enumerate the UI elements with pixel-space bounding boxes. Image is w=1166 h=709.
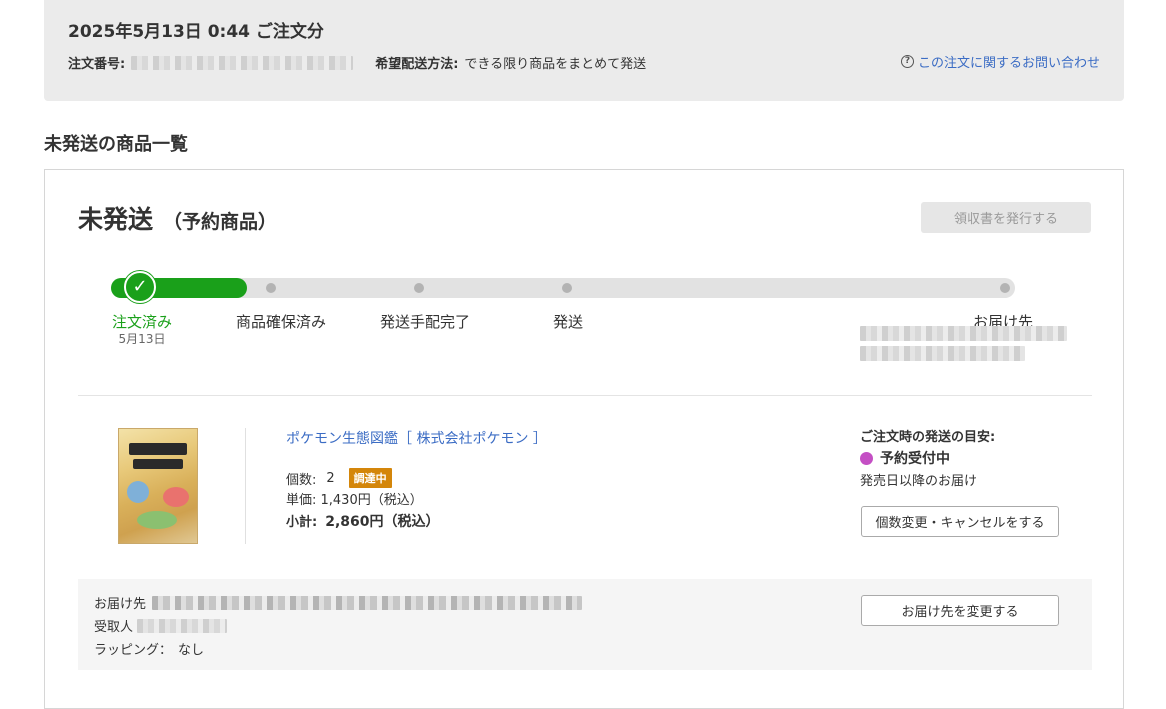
quantity-row: 個数: 2 調達中: [286, 468, 392, 488]
product-image[interactable]: [118, 428, 198, 544]
delivery-address-label: お届け先: [94, 597, 147, 612]
book-art-shape: [137, 511, 177, 529]
shipment-status-sub: （予約商品）: [163, 211, 278, 233]
step-dot-arranged: [414, 283, 424, 293]
step-label-secured: 商品確保済み: [235, 313, 327, 331]
order-inquiry-link[interactable]: ? この注文に関するお問い合わせ: [900, 52, 1100, 71]
order-header: 2025年5月13日 0:44 ご注文分 注文番号: 希望配送方法: できる限り…: [44, 0, 1124, 101]
order-number-redacted: [131, 55, 354, 70]
product-name-link[interactable]: ポケモン生態図鑑［ 株式会社ポケモン ］: [286, 428, 547, 448]
order-number-label: 注文番号:: [68, 57, 126, 72]
step-dot-shipped: [562, 283, 572, 293]
step-dot-delivery: [1000, 283, 1010, 293]
step-label-arranged: 発送手配完了: [379, 313, 471, 331]
wrapping-value: なし: [178, 643, 205, 658]
recipient-row: 受取人: [94, 616, 228, 635]
section-title: 未発送の商品一覧: [44, 134, 188, 155]
delivery-address-value-redacted: [152, 595, 583, 610]
shipment-status-title: 未発送 （予約商品）: [78, 200, 277, 236]
book-art-shape: [127, 481, 149, 503]
checkmark-icon: ✓: [124, 271, 156, 303]
delivery-address-redacted: [860, 326, 1067, 341]
delivery-address-row: お届け先: [94, 593, 583, 612]
book-title-shape: [129, 443, 187, 455]
divider: [78, 395, 1092, 396]
subtotal-label: 小計:: [286, 515, 318, 530]
recipient-value-redacted: [137, 618, 228, 633]
order-title: 2025年5月13日 0:44 ご注文分: [68, 22, 324, 42]
shipping-guide-status: 予約受付中: [860, 448, 950, 468]
shipment-card: 未発送 （予約商品） 領収書を発行する ✓ 注文済み 5月13日 商品確保済み 発…: [44, 169, 1124, 709]
shipping-method-value: できる限り商品をまとめて発送: [464, 57, 647, 72]
shipping-guide-note: 発売日以降のお届け: [860, 474, 978, 489]
subtotal-row: 小計: 2,860円（税込）: [286, 511, 440, 531]
issue-receipt-button[interactable]: 領収書を発行する: [921, 202, 1091, 233]
quantity-value: 2: [326, 470, 335, 486]
delivery-info: お届け先 受取人 ラッピング： なし お届け先を変更する: [78, 579, 1092, 670]
item-separator: [245, 428, 246, 544]
recipient-label: 受取人: [94, 620, 134, 635]
delivery-address-redacted-2: [860, 346, 1025, 361]
change-quantity-cancel-button[interactable]: 個数変更・キャンセルをする: [861, 506, 1059, 537]
book-subtitle-shape: [133, 459, 183, 469]
question-circle-icon: ?: [900, 55, 914, 68]
step-label-shipped: 発送: [552, 313, 584, 331]
procurement-badge: 調達中: [348, 468, 392, 488]
reservation-dot-icon: [860, 451, 873, 465]
step-dot-secured: [266, 283, 276, 293]
shipping-guide-status-text: 予約受付中: [880, 451, 950, 467]
step-label-ordered: 注文済み: [111, 313, 173, 331]
shipping-method-label: 希望配送方法:: [375, 57, 459, 72]
wrapping-label: ラッピング：: [94, 643, 173, 658]
shipment-status: 未発送: [78, 205, 154, 234]
progress-track: [111, 278, 1015, 298]
step-date-ordered: 5月13日: [118, 332, 166, 346]
order-inquiry-label: この注文に関するお問い合わせ: [917, 56, 1100, 71]
order-meta: 注文番号: 希望配送方法: できる限り商品をまとめて発送: [68, 53, 646, 72]
shipping-guide-label: ご注文時の発送の目安:: [860, 430, 996, 445]
book-art-shape: [163, 487, 189, 507]
change-delivery-address-button[interactable]: お届け先を変更する: [861, 595, 1059, 626]
quantity-label: 個数:: [286, 472, 317, 488]
wrapping-row: ラッピング： なし: [94, 639, 204, 658]
subtotal-value: 2,860円（税込）: [325, 514, 440, 530]
unit-price: 単価: 1,430円（税込）: [286, 493, 423, 508]
